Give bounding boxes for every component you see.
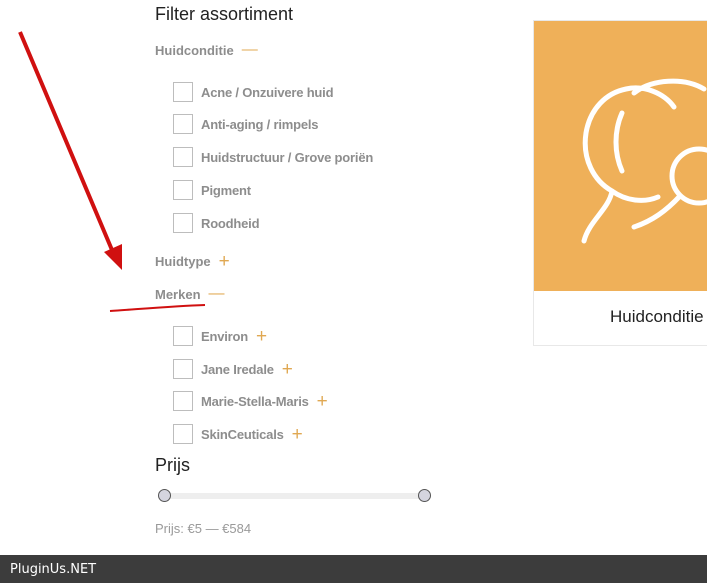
annotation-arrow: [18, 31, 206, 312]
footer-bar: PluginUs.NET: [0, 555, 707, 583]
footer-text: PluginUs.NET: [10, 561, 97, 577]
